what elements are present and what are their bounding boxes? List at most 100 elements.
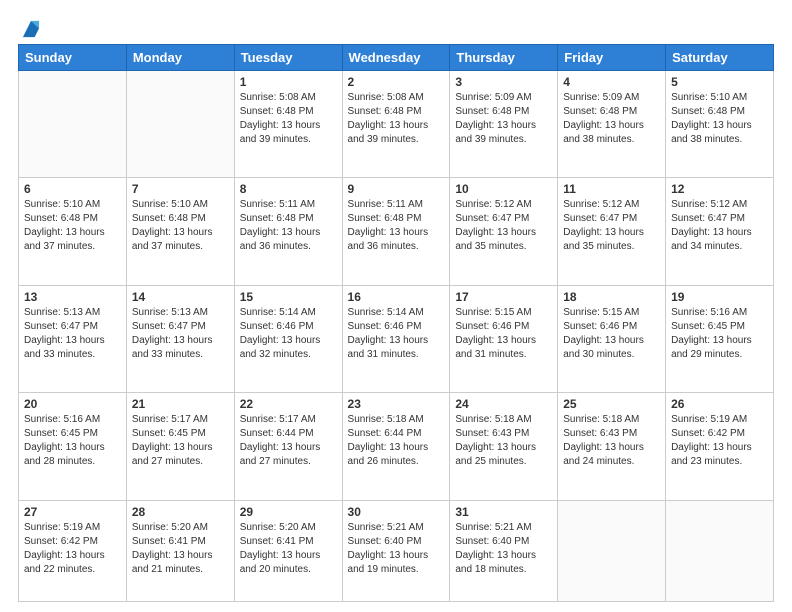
day-number: 29 — [240, 505, 337, 519]
weekday-header-friday: Friday — [558, 45, 666, 71]
day-info: Sunrise: 5:19 AM Sunset: 6:42 PM Dayligh… — [671, 413, 768, 469]
calendar-cell: 24Sunrise: 5:18 AM Sunset: 6:43 PM Dayli… — [450, 393, 558, 500]
calendar-cell: 18 Sunrise: 5:15 AM Sunset: 6:46 PM Dayli… — [558, 285, 666, 392]
calendar-cell — [666, 500, 774, 601]
page: SundayMondayTuesdayWednesdayThursdayFrid… — [0, 0, 792, 612]
day-info: Sunrise: 5:09 AM Sunset: 6:48 PM Dayligh… — [563, 91, 660, 147]
day-number: 23 — [348, 397, 445, 411]
calendar-cell: 25 Sunrise: 5:18 AM Sunset: 6:43 PM Dayli… — [558, 393, 666, 500]
day-number: 26 — [671, 397, 768, 411]
day-number: 24 — [455, 397, 552, 411]
day-number: 15 — [240, 290, 337, 304]
weekday-header-thursday: Thursday — [450, 45, 558, 71]
calendar-cell: 5 Sunrise: 5:10 AM Sunset: 6:48 PM Daylig… — [666, 71, 774, 178]
calendar-cell: 12Sunrise: 5:12 AM Sunset: 6:47 PM Dayli… — [666, 178, 774, 285]
calendar-cell: 27 Sunrise: 5:19 AM Sunset: 6:42 PM Dayli… — [19, 500, 127, 601]
day-info: Sunrise: 5:11 AM Sunset: 6:48 PM Dayligh… — [348, 198, 445, 254]
calendar-cell: 20Sunrise: 5:16 AM Sunset: 6:45 PM Dayli… — [19, 393, 127, 500]
calendar-cell: 14Sunrise: 5:13 AM Sunset: 6:47 PM Dayli… — [126, 285, 234, 392]
weekday-header-row: SundayMondayTuesdayWednesdayThursdayFrid… — [19, 45, 774, 71]
day-number: 13 — [24, 290, 121, 304]
day-number: 27 — [24, 505, 121, 519]
day-number: 2 — [348, 75, 445, 89]
day-number: 4 — [563, 75, 660, 89]
calendar-cell: 26 Sunrise: 5:19 AM Sunset: 6:42 PM Dayli… — [666, 393, 774, 500]
day-number: 7 — [132, 182, 229, 196]
weekday-header-tuesday: Tuesday — [234, 45, 342, 71]
day-info: Sunrise: 5:13 AM Sunset: 6:47 PM Dayligh… — [24, 306, 121, 362]
day-info: Sunrise: 5:15 AM Sunset: 6:46 PM Dayligh… — [563, 306, 660, 362]
day-number: 19 — [671, 290, 768, 304]
calendar-week-1: 1Sunrise: 5:08 AM Sunset: 6:48 PM Daylig… — [19, 71, 774, 178]
day-number: 10 — [455, 182, 552, 196]
day-number: 16 — [348, 290, 445, 304]
day-number: 18 — [563, 290, 660, 304]
calendar-week-5: 27 Sunrise: 5:19 AM Sunset: 6:42 PM Dayli… — [19, 500, 774, 601]
day-number: 5 — [671, 75, 768, 89]
calendar-cell: 6Sunrise: 5:10 AM Sunset: 6:48 PM Daylig… — [19, 178, 127, 285]
day-info: Sunrise: 5:10 AM Sunset: 6:48 PM Dayligh… — [671, 91, 768, 147]
calendar-cell: 13 Sunrise: 5:13 AM Sunset: 6:47 PM Dayli… — [19, 285, 127, 392]
day-info: Sunrise: 5:09 AM Sunset: 6:48 PM Dayligh… — [455, 91, 552, 147]
calendar-week-2: 6Sunrise: 5:10 AM Sunset: 6:48 PM Daylig… — [19, 178, 774, 285]
weekday-header-sunday: Sunday — [19, 45, 127, 71]
calendar-cell: 4 Sunrise: 5:09 AM Sunset: 6:48 PM Daylig… — [558, 71, 666, 178]
day-number: 11 — [563, 182, 660, 196]
day-info: Sunrise: 5:16 AM Sunset: 6:45 PM Dayligh… — [24, 413, 121, 469]
day-info: Sunrise: 5:10 AM Sunset: 6:48 PM Dayligh… — [24, 198, 121, 254]
calendar-cell: 10 Sunrise: 5:12 AM Sunset: 6:47 PM Dayli… — [450, 178, 558, 285]
day-info: Sunrise: 5:14 AM Sunset: 6:46 PM Dayligh… — [240, 306, 337, 362]
calendar-cell — [558, 500, 666, 601]
calendar: SundayMondayTuesdayWednesdayThursdayFrid… — [18, 44, 774, 602]
calendar-cell: 15 Sunrise: 5:14 AM Sunset: 6:46 PM Dayli… — [234, 285, 342, 392]
calendar-cell: 7 Sunrise: 5:10 AM Sunset: 6:48 PM Daylig… — [126, 178, 234, 285]
day-number: 31 — [455, 505, 552, 519]
calendar-cell: 30 Sunrise: 5:21 AM Sunset: 6:40 PM Dayli… — [342, 500, 450, 601]
day-info: Sunrise: 5:21 AM Sunset: 6:40 PM Dayligh… — [348, 521, 445, 577]
day-info: Sunrise: 5:16 AM Sunset: 6:45 PM Dayligh… — [671, 306, 768, 362]
day-info: Sunrise: 5:12 AM Sunset: 6:47 PM Dayligh… — [671, 198, 768, 254]
calendar-week-4: 20Sunrise: 5:16 AM Sunset: 6:45 PM Dayli… — [19, 393, 774, 500]
day-info: Sunrise: 5:20 AM Sunset: 6:41 PM Dayligh… — [132, 521, 229, 577]
day-info: Sunrise: 5:12 AM Sunset: 6:47 PM Dayligh… — [455, 198, 552, 254]
calendar-cell: 16 Sunrise: 5:14 AM Sunset: 6:46 PM Dayli… — [342, 285, 450, 392]
header — [18, 18, 774, 34]
day-number: 30 — [348, 505, 445, 519]
day-number: 21 — [132, 397, 229, 411]
calendar-cell: 29 Sunrise: 5:20 AM Sunset: 6:41 PM Dayli… — [234, 500, 342, 601]
calendar-cell: 19 Sunrise: 5:16 AM Sunset: 6:45 PM Dayli… — [666, 285, 774, 392]
calendar-cell: 3 Sunrise: 5:09 AM Sunset: 6:48 PM Daylig… — [450, 71, 558, 178]
weekday-header-monday: Monday — [126, 45, 234, 71]
day-info: Sunrise: 5:08 AM Sunset: 6:48 PM Dayligh… — [240, 91, 337, 147]
calendar-cell: 1Sunrise: 5:08 AM Sunset: 6:48 PM Daylig… — [234, 71, 342, 178]
logo-icon — [20, 18, 42, 40]
day-info: Sunrise: 5:14 AM Sunset: 6:46 PM Dayligh… — [348, 306, 445, 362]
calendar-cell: 28 Sunrise: 5:20 AM Sunset: 6:41 PM Dayli… — [126, 500, 234, 601]
calendar-cell — [126, 71, 234, 178]
weekday-header-wednesday: Wednesday — [342, 45, 450, 71]
day-info: Sunrise: 5:18 AM Sunset: 6:43 PM Dayligh… — [563, 413, 660, 469]
day-number: 8 — [240, 182, 337, 196]
day-info: Sunrise: 5:21 AM Sunset: 6:40 PM Dayligh… — [455, 521, 552, 577]
calendar-cell: 8Sunrise: 5:11 AM Sunset: 6:48 PM Daylig… — [234, 178, 342, 285]
calendar-cell — [19, 71, 127, 178]
day-info: Sunrise: 5:18 AM Sunset: 6:44 PM Dayligh… — [348, 413, 445, 469]
day-info: Sunrise: 5:13 AM Sunset: 6:47 PM Dayligh… — [132, 306, 229, 362]
calendar-cell: 31 Sunrise: 5:21 AM Sunset: 6:40 PM Dayli… — [450, 500, 558, 601]
calendar-cell: 2Sunrise: 5:08 AM Sunset: 6:48 PM Daylig… — [342, 71, 450, 178]
day-number: 9 — [348, 182, 445, 196]
calendar-cell: 23 Sunrise: 5:18 AM Sunset: 6:44 PM Dayli… — [342, 393, 450, 500]
calendar-cell: 17 Sunrise: 5:15 AM Sunset: 6:46 PM Dayli… — [450, 285, 558, 392]
day-number: 28 — [132, 505, 229, 519]
day-info: Sunrise: 5:19 AM Sunset: 6:42 PM Dayligh… — [24, 521, 121, 577]
calendar-week-3: 13 Sunrise: 5:13 AM Sunset: 6:47 PM Dayli… — [19, 285, 774, 392]
day-number: 17 — [455, 290, 552, 304]
day-info: Sunrise: 5:10 AM Sunset: 6:48 PM Dayligh… — [132, 198, 229, 254]
day-info: Sunrise: 5:17 AM Sunset: 6:44 PM Dayligh… — [240, 413, 337, 469]
day-number: 22 — [240, 397, 337, 411]
calendar-cell: 22 Sunrise: 5:17 AM Sunset: 6:44 PM Dayli… — [234, 393, 342, 500]
day-number: 25 — [563, 397, 660, 411]
day-number: 3 — [455, 75, 552, 89]
day-info: Sunrise: 5:20 AM Sunset: 6:41 PM Dayligh… — [240, 521, 337, 577]
day-info: Sunrise: 5:15 AM Sunset: 6:46 PM Dayligh… — [455, 306, 552, 362]
